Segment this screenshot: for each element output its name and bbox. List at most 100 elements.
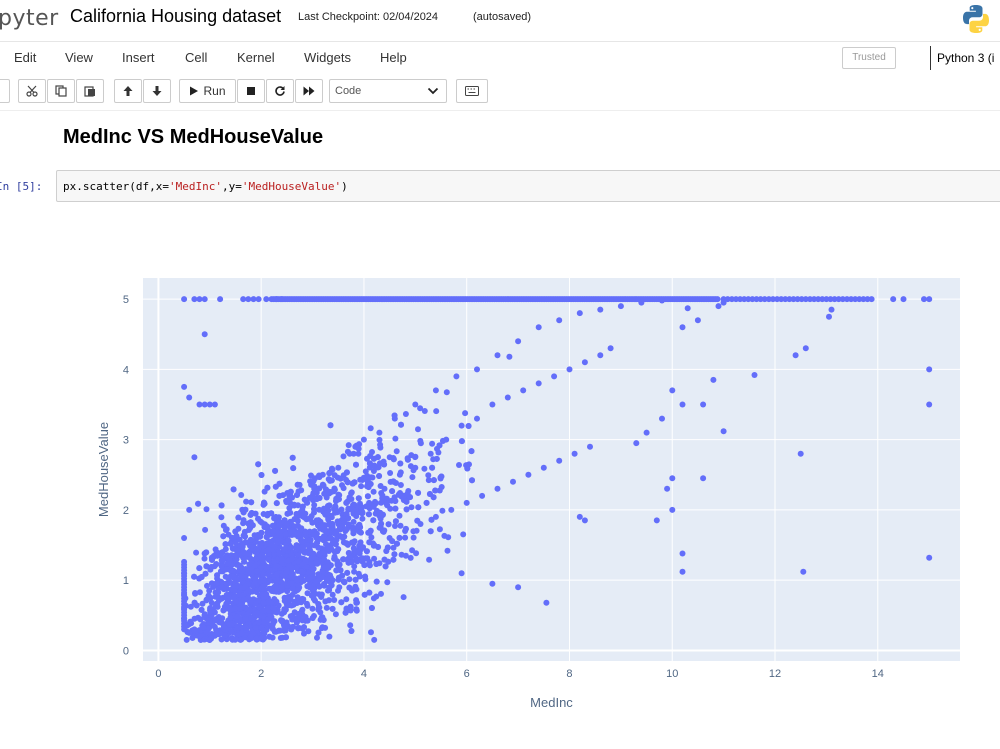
menubar: Edit View Insert Cell Kernel Widgets Hel… <box>0 41 1000 75</box>
scatter-point <box>294 492 300 498</box>
scatter-point <box>290 601 297 608</box>
scatter-point <box>196 633 203 640</box>
scatter-point <box>236 591 243 598</box>
jupyter-logo-text[interactable]: pyter <box>0 6 59 31</box>
scatter-point <box>309 605 316 612</box>
scatter-point <box>290 465 297 472</box>
y-tick-label: 5 <box>123 294 129 306</box>
scatter-point <box>289 527 296 534</box>
menu-help[interactable]: Help <box>380 50 407 65</box>
scatter-point <box>659 415 665 422</box>
menu-kernel[interactable]: Kernel <box>237 50 275 65</box>
add-cell-button[interactable] <box>0 79 10 103</box>
scatter-point <box>318 593 325 600</box>
trusted-badge[interactable]: Trusted <box>842 47 896 69</box>
restart-run-all-button[interactable] <box>295 79 323 103</box>
scatter-point <box>510 478 516 485</box>
markdown-heading: MedInc VS MedHouseValue <box>63 126 324 148</box>
menu-cell[interactable]: Cell <box>185 50 207 65</box>
notebook-title[interactable]: California Housing dataset <box>70 6 281 27</box>
cell-prompt: In [5]: <box>0 180 43 193</box>
scatter-point <box>346 576 353 583</box>
scatter-point <box>397 522 404 529</box>
scatter-point <box>355 495 362 502</box>
scatter-point <box>438 473 445 480</box>
copy-button[interactable] <box>47 79 75 103</box>
scatter-point <box>337 475 344 482</box>
scatter-point <box>269 621 276 628</box>
move-down-button[interactable] <box>143 79 171 103</box>
scatter-point <box>254 568 261 575</box>
scatter-point <box>415 504 422 511</box>
scatter-point <box>269 522 276 529</box>
scatter-point <box>335 574 342 581</box>
scatter-point <box>309 615 316 621</box>
restart-button[interactable] <box>266 79 294 103</box>
scatter-point <box>261 524 268 530</box>
menu-insert[interactable]: Insert <box>122 50 155 65</box>
arrow-down-icon <box>152 86 162 96</box>
scatter-point <box>320 508 327 515</box>
scatter-point <box>264 564 271 570</box>
scatter-point <box>336 561 343 568</box>
scatter-point <box>227 579 234 586</box>
kernel-indicator[interactable]: Python 3 (i <box>930 46 994 70</box>
scatter-point <box>201 331 208 338</box>
x-tick-label: 0 <box>155 668 161 680</box>
scatter-point <box>367 527 374 534</box>
scatter-point <box>355 549 362 556</box>
scatter-point <box>254 609 261 616</box>
code-cell[interactable]: px.scatter(df,x='MedInc',y='MedHouseValu… <box>56 170 1000 202</box>
scatter-point <box>643 429 650 436</box>
scatter-point <box>284 588 291 595</box>
scatter-point <box>276 522 283 529</box>
scatter-point <box>201 555 208 562</box>
scatter-point <box>191 454 198 461</box>
interrupt-button[interactable] <box>237 79 265 103</box>
scatter-point <box>275 627 282 634</box>
scatter-point <box>266 572 273 579</box>
arrow-up-icon <box>123 86 133 96</box>
scatter-point <box>299 506 306 513</box>
run-button[interactable]: Run <box>179 79 236 103</box>
x-tick-label: 12 <box>769 668 781 680</box>
scatter-point <box>319 471 326 478</box>
scatter-point <box>289 454 296 461</box>
scatter-point <box>331 505 338 512</box>
scatter-point <box>802 345 809 352</box>
x-tick-label: 2 <box>258 668 264 680</box>
scatter-point <box>355 523 362 530</box>
keyboard-icon <box>465 86 479 96</box>
scatter-point <box>474 366 480 373</box>
x-tick-label: 8 <box>566 668 572 680</box>
scatter-point <box>426 556 433 563</box>
scatter-point <box>247 598 254 605</box>
scatter-point <box>270 528 277 535</box>
command-palette-button[interactable] <box>456 79 488 103</box>
scatter-point <box>429 440 436 447</box>
scatter-point <box>186 629 193 636</box>
cell-type-select[interactable]: Code <box>329 79 447 103</box>
move-up-button[interactable] <box>114 79 142 103</box>
scatter-point <box>319 535 326 541</box>
scatter-point <box>333 528 340 535</box>
scatter-point <box>425 472 432 479</box>
scatter-point <box>398 421 404 428</box>
paste-button[interactable] <box>76 79 104 103</box>
scatter-point <box>255 619 262 626</box>
scatter-point <box>197 616 204 623</box>
scatter-point <box>315 629 322 636</box>
menu-view[interactable]: View <box>65 50 93 65</box>
cut-button[interactable] <box>18 79 46 103</box>
menu-widgets[interactable]: Widgets <box>304 50 351 65</box>
python-logo-icon <box>963 5 989 33</box>
scatter-plot[interactable]: 0 2 4 6 8 10 12 14012345 MedInc MedHouseValue <box>90 265 980 725</box>
scatter-point <box>515 584 522 591</box>
scatter-point <box>207 605 214 612</box>
scatter-point <box>429 464 436 471</box>
menu-edit[interactable]: Edit <box>14 50 36 65</box>
scatter-point <box>181 570 188 577</box>
scatter-point <box>469 477 475 484</box>
scatter-point <box>255 461 262 468</box>
scatter-point <box>322 624 329 631</box>
